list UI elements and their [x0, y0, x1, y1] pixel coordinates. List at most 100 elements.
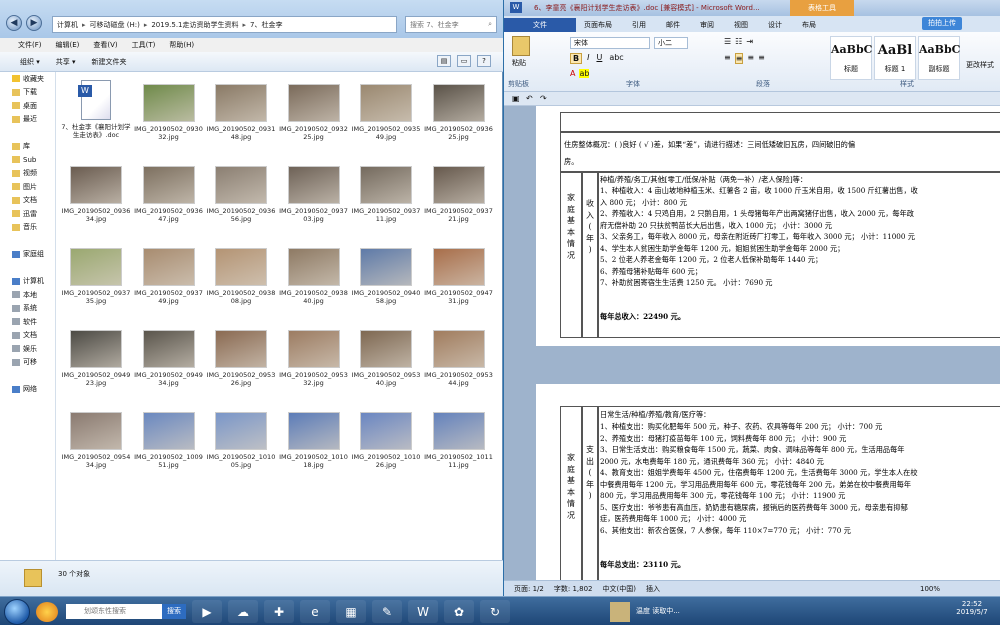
highlight-icon[interactable]: ab: [579, 69, 590, 78]
tab-layout[interactable]: 布局: [792, 18, 826, 32]
word-count[interactable]: 字数: 1,802: [554, 584, 593, 594]
tab-page-layout[interactable]: 页面布局: [574, 18, 622, 32]
file-item[interactable]: IMG_20190502_101018.jpg: [278, 402, 350, 482]
file-item[interactable]: IMG_20190502_093656.jpg: [205, 156, 277, 236]
share-upload-button[interactable]: 拍拍上传: [922, 17, 962, 30]
save-icon[interactable]: ▣: [512, 94, 520, 103]
taskbar-search-button[interactable]: 搜索: [162, 604, 186, 619]
new-folder-button[interactable]: 新建文件夹: [92, 57, 127, 67]
file-item[interactable]: IMG_20190502_094934.jpg: [133, 320, 205, 400]
align-center-icon[interactable]: ≡: [734, 53, 744, 64]
file-item[interactable]: IMG_20190502_095344.jpg: [423, 320, 495, 400]
file-item[interactable]: IMG_20190502_093634.jpg: [60, 156, 132, 236]
bullets-icon[interactable]: ☰: [724, 37, 731, 46]
nav-item[interactable]: 库: [0, 140, 55, 154]
undo-icon[interactable]: ↶: [526, 94, 533, 103]
nav-item[interactable]: 收藏夹: [0, 72, 55, 86]
nav-item[interactable]: 娱乐: [0, 342, 55, 356]
weather-icon[interactable]: [610, 601, 630, 622]
nav-item[interactable]: 本地: [0, 288, 55, 302]
file-item[interactable]: IMG_20190502_093840.jpg: [278, 238, 350, 318]
file-item[interactable]: IMG_20190502_093549.jpg: [350, 74, 422, 154]
baidu-cloud-icon[interactable]: ☁: [228, 600, 258, 623]
tab-references[interactable]: 引用: [622, 18, 656, 32]
file-item[interactable]: IMG_20190502_093735.jpg: [60, 238, 132, 318]
file-item[interactable]: IMG_20190502_101111.jpg: [423, 402, 495, 482]
redo-icon[interactable]: ↷: [540, 94, 547, 103]
menu-view[interactable]: 查看(V): [93, 40, 117, 50]
tab-view[interactable]: 视图: [724, 18, 758, 32]
taskbar-search-input[interactable]: 划颂东性搜索: [66, 604, 162, 619]
file-item[interactable]: IMG_20190502_101026.jpg: [350, 402, 422, 482]
search-input[interactable]: 搜索 7、杜金李 ⌕: [405, 16, 497, 33]
file-item[interactable]: IMG_20190502_093711.jpg: [350, 156, 422, 236]
style-subtitle[interactable]: AaBbC 副标题: [918, 36, 960, 80]
nav-item[interactable]: Sub: [0, 153, 55, 167]
forward-button[interactable]: ▶: [26, 15, 42, 31]
menu-help[interactable]: 帮助(H): [169, 40, 194, 50]
numbering-icon[interactable]: ☷: [735, 37, 742, 46]
nav-item[interactable]: 文档: [0, 329, 55, 343]
style-heading-1[interactable]: AaBl 标题 1: [874, 36, 916, 80]
nav-item[interactable]: 计算机: [0, 275, 55, 289]
nav-item[interactable]: 最近: [0, 113, 55, 127]
media-player-icon[interactable]: ▶: [192, 600, 222, 623]
file-item[interactable]: IMG_20190502_101005.jpg: [205, 402, 277, 482]
italic-button[interactable]: I: [585, 53, 591, 64]
help-icon[interactable]: ?: [477, 55, 491, 67]
breadcrumb-2[interactable]: 2019.5.1走访资助学生资料: [151, 20, 238, 30]
font-color-icon[interactable]: A: [570, 69, 575, 78]
tab-mailings[interactable]: 邮件: [656, 18, 690, 32]
tab-design[interactable]: 设计: [758, 18, 792, 32]
strikethrough-button[interactable]: abc: [607, 53, 625, 64]
file-item[interactable]: IMG_20190502_093721.jpg: [423, 156, 495, 236]
file-item[interactable]: IMG_20190502_093225.jpg: [278, 74, 350, 154]
clock[interactable]: 22:52 2019/5/7: [948, 600, 996, 616]
file-item[interactable]: IMG_20190502_093808.jpg: [205, 238, 277, 318]
file-item[interactable]: W 7、杜金李《襄阳计划学生走访表》.doc: [60, 74, 132, 154]
nav-item[interactable]: 迅雷: [0, 207, 55, 221]
nav-item[interactable]: 软件: [0, 315, 55, 329]
file-item[interactable]: IMG_20190502_095340.jpg: [350, 320, 422, 400]
app-icon[interactable]: ✿: [444, 600, 474, 623]
font-name-select[interactable]: 宋体: [570, 37, 650, 49]
browser-icon[interactable]: [36, 602, 58, 622]
tab-file[interactable]: 文件: [504, 18, 576, 32]
zoom-level[interactable]: 100%: [920, 585, 940, 593]
weather-text[interactable]: 温度 读取中...: [636, 607, 696, 616]
file-item[interactable]: IMG_20190502_095326.jpg: [205, 320, 277, 400]
insert-mode[interactable]: 插入: [646, 584, 660, 594]
breadcrumb-3[interactable]: 7、杜金李: [250, 20, 282, 30]
back-button[interactable]: ◀: [6, 15, 22, 31]
word-taskbar-icon[interactable]: W: [408, 600, 438, 623]
file-item[interactable]: IMG_20190502_100951.jpg: [133, 402, 205, 482]
nav-item[interactable]: 系统: [0, 302, 55, 316]
nav-item[interactable]: 文档: [0, 194, 55, 208]
menu-tools[interactable]: 工具(T): [132, 40, 156, 50]
change-styles-button[interactable]: 更改样式: [966, 60, 998, 70]
align-left-icon[interactable]: ≡: [724, 53, 731, 64]
share-button[interactable]: 共享 ▾: [56, 57, 76, 67]
organize-button[interactable]: 组织 ▾: [20, 57, 40, 67]
language-indicator[interactable]: 中文(中国): [602, 584, 635, 594]
file-item[interactable]: IMG_20190502_093703.jpg: [278, 156, 350, 236]
file-item[interactable]: IMG_20190502_093032.jpg: [133, 74, 205, 154]
indent-icon[interactable]: ⇥: [746, 37, 753, 46]
nav-item[interactable]: 图片: [0, 180, 55, 194]
file-item[interactable]: IMG_20190502_095332.jpg: [278, 320, 350, 400]
file-item[interactable]: IMG_20190502_093148.jpg: [205, 74, 277, 154]
nav-item[interactable]: 可移: [0, 356, 55, 370]
align-right-icon[interactable]: ≡: [747, 53, 754, 64]
breadcrumb-1[interactable]: 可移动磁盘 (H:): [90, 20, 140, 30]
paste-button[interactable]: 粘贴: [512, 58, 526, 68]
preview-pane-icon[interactable]: ▭: [457, 55, 471, 67]
explorer-taskbar-icon[interactable]: ▦: [336, 600, 366, 623]
tab-review[interactable]: 审阅: [690, 18, 724, 32]
bold-button[interactable]: B: [570, 53, 583, 64]
file-item[interactable]: IMG_20190502_094731.jpg: [423, 238, 495, 318]
file-item[interactable]: IMG_20190502_093749.jpg: [133, 238, 205, 318]
menu-file[interactable]: 文件(F): [18, 40, 42, 50]
nav-item[interactable]: 下载: [0, 86, 55, 100]
refresh-icon[interactable]: ↻: [480, 600, 510, 623]
breadcrumb-0[interactable]: 计算机: [57, 20, 78, 30]
